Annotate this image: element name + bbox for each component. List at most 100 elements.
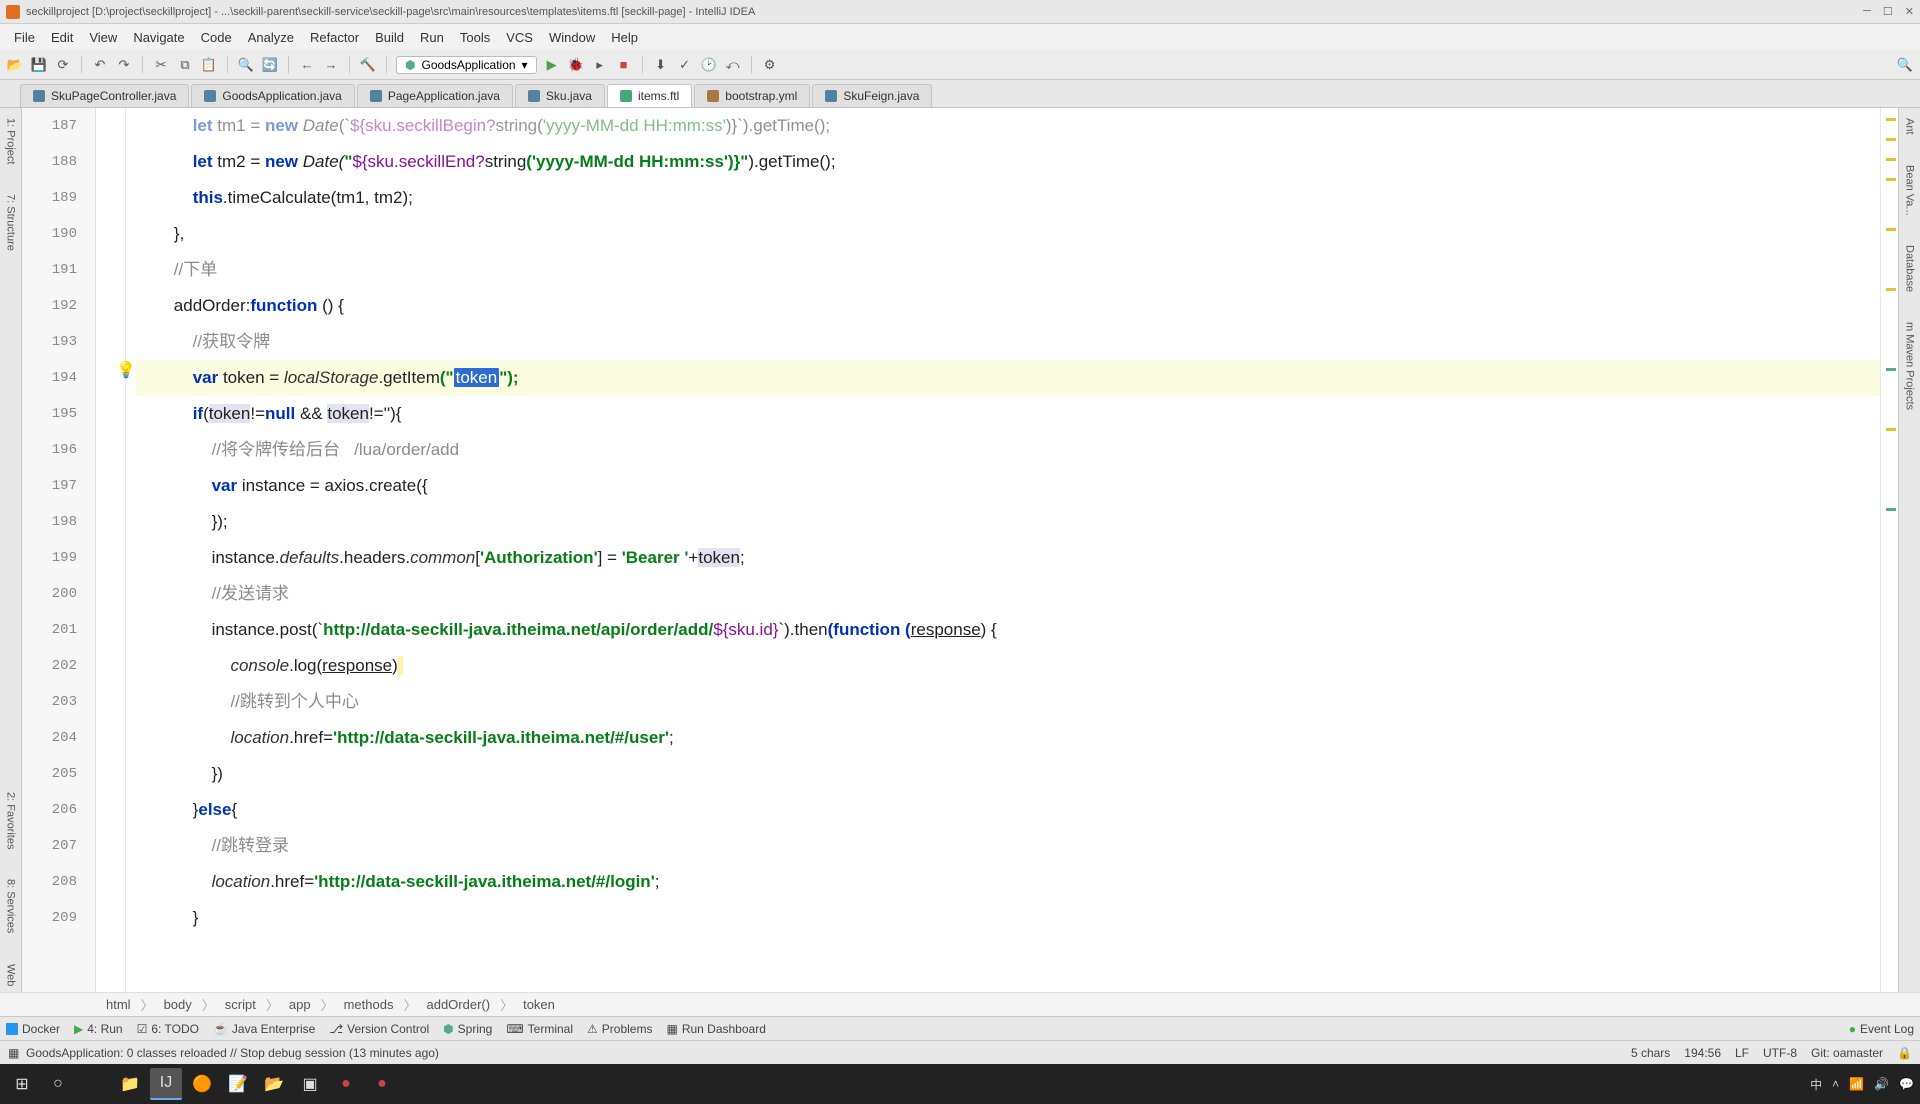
forward-icon[interactable]: → xyxy=(322,56,340,74)
tool-maven[interactable]: m Maven Projects xyxy=(1904,316,1916,416)
folder-icon[interactable]: 📂 xyxy=(258,1068,290,1100)
panel-problems[interactable]: ⚠Problems xyxy=(587,1022,652,1036)
start-icon[interactable]: ⊞ xyxy=(6,1068,38,1100)
tab-pageapplication[interactable]: PageApplication.java xyxy=(357,84,513,107)
menu-navigate[interactable]: Navigate xyxy=(125,30,192,45)
crumb[interactable]: html xyxy=(100,997,137,1012)
panel-run-dashboard[interactable]: ▦Run Dashboard xyxy=(666,1022,765,1036)
tab-items-ftl[interactable]: items.ftl xyxy=(607,84,692,107)
tab-skufeign[interactable]: SkuFeign.java xyxy=(812,84,932,107)
menu-edit[interactable]: Edit xyxy=(43,30,81,45)
intention-bulb-icon[interactable]: 💡 xyxy=(116,360,136,380)
crumb[interactable]: methods xyxy=(338,997,400,1012)
vcs-update-icon[interactable]: ⬇ xyxy=(652,56,670,74)
paste-icon[interactable]: 📋 xyxy=(200,56,218,74)
status-encoding[interactable]: UTF-8 xyxy=(1763,1046,1797,1060)
redo-icon[interactable]: ↷ xyxy=(115,56,133,74)
vcs-revert-icon[interactable]: ⤺ xyxy=(724,56,742,74)
menu-refactor[interactable]: Refactor xyxy=(302,30,367,45)
crumb[interactable]: script xyxy=(219,997,262,1012)
network-icon[interactable]: 📶 xyxy=(1849,1077,1864,1091)
menu-code[interactable]: Code xyxy=(193,30,240,45)
tool-database[interactable]: Database xyxy=(1904,239,1916,298)
copy-icon[interactable]: ⧉ xyxy=(176,56,194,74)
app-icon[interactable]: ● xyxy=(330,1068,362,1100)
coverage-icon[interactable]: ▸ xyxy=(591,56,609,74)
tab-goodsapplication[interactable]: GoodsApplication.java xyxy=(191,84,354,107)
panel-java-enterprise[interactable]: ☕Java Enterprise xyxy=(213,1022,315,1036)
explorer-icon[interactable]: 📁 xyxy=(114,1068,146,1100)
sync-icon[interactable]: ⟳ xyxy=(54,56,72,74)
menu-view[interactable]: View xyxy=(81,30,125,45)
tool-structure[interactable]: 7: Structure xyxy=(5,188,17,257)
tool-web[interactable]: Web xyxy=(5,958,17,992)
tool-services[interactable]: 8: Services xyxy=(5,873,17,939)
close-icon[interactable]: ✕ xyxy=(1905,5,1914,18)
ime-indicator[interactable]: 中 xyxy=(1810,1076,1822,1093)
vcs-history-icon[interactable]: 🕑 xyxy=(700,56,718,74)
tray-chevron-up-icon[interactable]: ˄ xyxy=(1832,1077,1839,1091)
menu-file[interactable]: File xyxy=(6,30,43,45)
search-everywhere-icon[interactable]: 🔍 xyxy=(1896,56,1914,74)
menu-help[interactable]: Help xyxy=(603,30,646,45)
status-git[interactable]: Git: oamaster xyxy=(1811,1046,1883,1060)
menu-window[interactable]: Window xyxy=(541,30,603,45)
volume-icon[interactable]: 🔊 xyxy=(1874,1077,1889,1091)
panel-todo[interactable]: ☑6: TODO xyxy=(137,1022,199,1036)
minimize-icon[interactable]: ─ xyxy=(1863,5,1871,18)
action-center-icon[interactable]: 💬 xyxy=(1899,1077,1914,1091)
panel-version-control[interactable]: ⎇Version Control xyxy=(329,1022,429,1036)
chrome-icon[interactable] xyxy=(78,1068,110,1100)
notepad-icon[interactable]: 📝 xyxy=(222,1068,254,1100)
tool-bean[interactable]: Bean Va... xyxy=(1904,159,1916,222)
menu-run[interactable]: Run xyxy=(412,30,452,45)
crumb[interactable]: app xyxy=(283,997,317,1012)
undo-icon[interactable]: ↶ xyxy=(91,56,109,74)
intellij-icon[interactable]: IJ xyxy=(150,1068,182,1100)
tool-favorites[interactable]: 2: Favorites xyxy=(5,786,17,855)
lock-icon[interactable]: 🔒 xyxy=(1897,1046,1912,1060)
menu-analyze[interactable]: Analyze xyxy=(240,30,302,45)
cortana-icon[interactable]: ○ xyxy=(42,1068,74,1100)
run-icon[interactable]: ▶ xyxy=(543,56,561,74)
code-area[interactable]: let tm1 = new Date(`${sku.seckillBegin?s… xyxy=(126,108,1880,992)
find-icon[interactable]: 🔍 xyxy=(237,56,255,74)
panel-terminal[interactable]: ⌨Terminal xyxy=(506,1022,573,1036)
terminal-icon[interactable]: ▣ xyxy=(294,1068,326,1100)
crumb[interactable]: token xyxy=(517,997,561,1012)
menu-build[interactable]: Build xyxy=(367,30,412,45)
tool-window-quick-access-icon[interactable]: ▦ xyxy=(8,1046,19,1060)
debug-icon[interactable]: 🐞 xyxy=(567,56,585,74)
status-line-separator[interactable]: LF xyxy=(1735,1046,1749,1060)
postman-icon[interactable]: 🟠 xyxy=(186,1068,218,1100)
back-icon[interactable]: ← xyxy=(298,56,316,74)
vcs-commit-icon[interactable]: ✓ xyxy=(676,56,694,74)
crumb[interactable]: body xyxy=(158,997,198,1012)
menu-vcs[interactable]: VCS xyxy=(498,30,541,45)
tab-sku[interactable]: Sku.java xyxy=(515,84,605,107)
fold-column[interactable]: 💡 xyxy=(96,108,126,992)
tab-bootstrap-yml[interactable]: bootstrap.yml xyxy=(694,84,810,107)
editor[interactable]: 187 188 189 190 191 192 193 194 195 196 … xyxy=(22,108,1898,992)
menu-tools[interactable]: Tools xyxy=(452,30,498,45)
run-configuration-select[interactable]: ⬢ GoodsApplication ▾ xyxy=(396,56,537,74)
open-icon[interactable]: 📂 xyxy=(6,56,24,74)
settings-icon[interactable]: ⚙ xyxy=(761,56,779,74)
build-icon[interactable]: 🔨 xyxy=(359,56,377,74)
panel-docker[interactable]: Docker xyxy=(6,1022,60,1036)
panel-event-log[interactable]: ●Event Log xyxy=(1849,1022,1914,1036)
status-position[interactable]: 194:56 xyxy=(1684,1046,1721,1060)
tool-project[interactable]: 1: Project xyxy=(5,112,17,170)
replace-icon[interactable]: 🔄 xyxy=(261,56,279,74)
panel-run[interactable]: ▶4: Run xyxy=(74,1022,123,1036)
maximize-icon[interactable]: ☐ xyxy=(1883,5,1893,18)
app-icon[interactable]: ● xyxy=(366,1068,398,1100)
tab-skupagecontroller[interactable]: SkuPageController.java xyxy=(20,84,189,107)
save-all-icon[interactable]: 💾 xyxy=(30,56,48,74)
crumb[interactable]: addOrder() xyxy=(420,997,496,1012)
tool-ant[interactable]: Ant xyxy=(1904,112,1916,141)
stop-icon[interactable]: ■ xyxy=(615,56,633,74)
error-stripe[interactable] xyxy=(1880,108,1898,992)
cut-icon[interactable]: ✂ xyxy=(152,56,170,74)
panel-spring[interactable]: ⬢Spring xyxy=(443,1022,492,1036)
